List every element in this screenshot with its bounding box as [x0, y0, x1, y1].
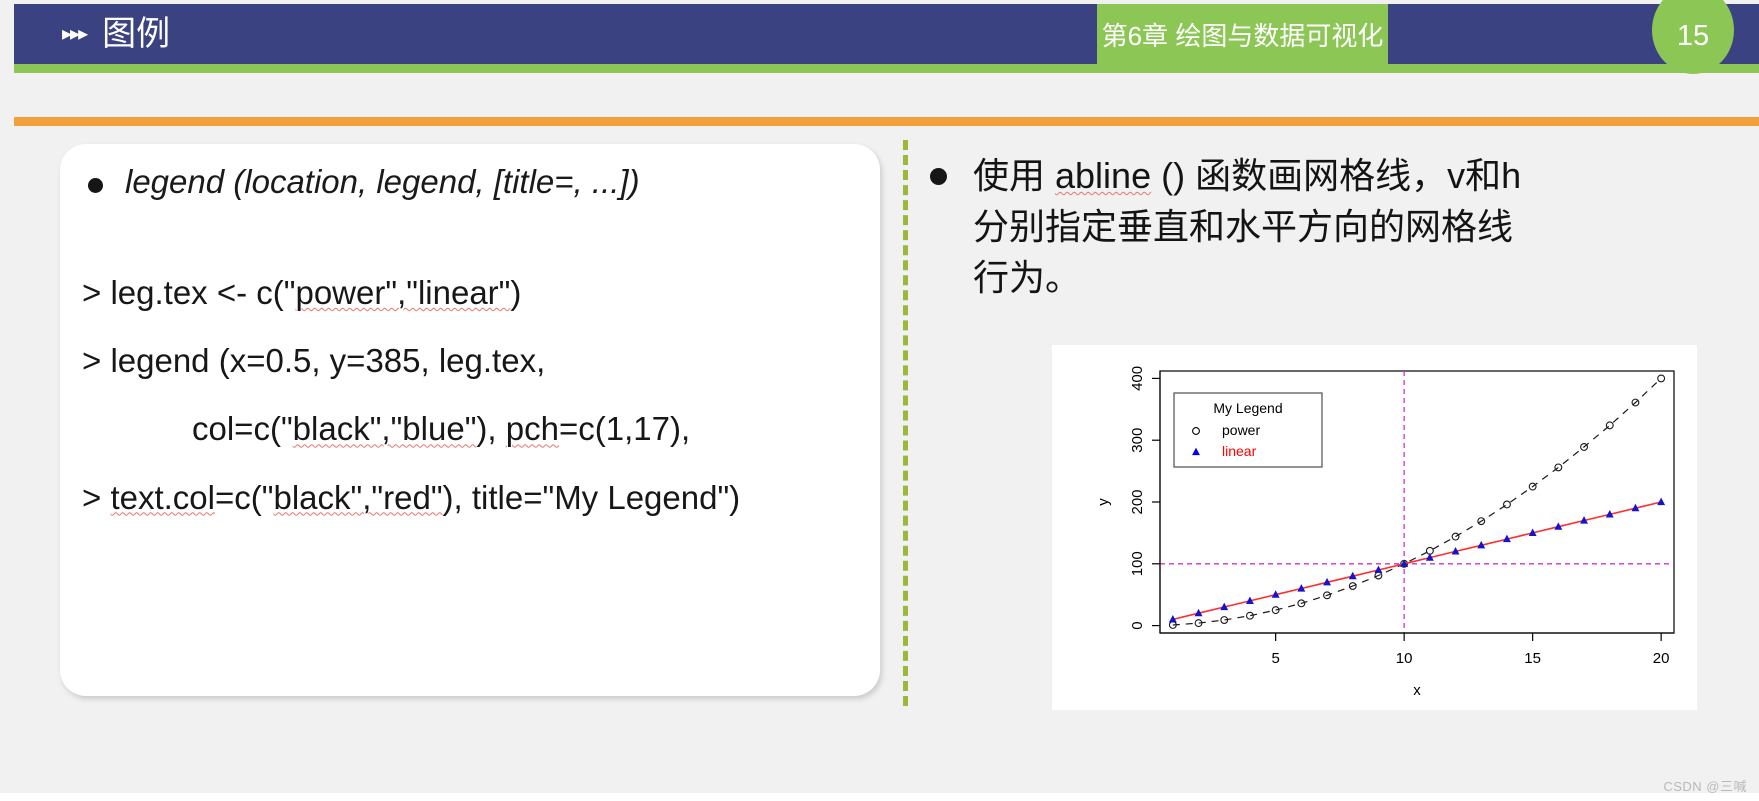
- abline-description: 使用 abline () 函数画网格线，v和h分别指定垂直和水平方向的网格线行为…: [973, 150, 1533, 303]
- spellcheck-underlined-text: pch: [505, 410, 559, 448]
- x-axis-title: x: [1413, 682, 1421, 699]
- chapter-label: 第6章 绘图与数据可视化: [1101, 20, 1384, 51]
- right-content-column: 使用 abline () 函数画网格线，v和h分别指定垂直和水平方向的网格线行为…: [930, 150, 1742, 303]
- code-line: > leg.tex <- c("power","linear"): [82, 272, 872, 314]
- left-content-panel: legend (location, legend, [title=, ...])…: [60, 144, 880, 696]
- y-tick-label: 400: [1129, 366, 1146, 391]
- y-tick-label: 100: [1129, 551, 1146, 576]
- code-block: > leg.tex <- c("power","linear") > legend…: [82, 272, 872, 545]
- page-number-text: 15: [1676, 19, 1710, 52]
- slide-header: ▸▸▸ 图例 第6章 绘图与数据可视化 15: [0, 0, 1759, 74]
- point-linear: [1657, 497, 1666, 506]
- y-tick-label: 300: [1129, 428, 1146, 453]
- page-title: ▸▸▸ 图例: [62, 4, 170, 64]
- x-tick-label: 15: [1524, 650, 1541, 667]
- point-power: [1605, 421, 1614, 430]
- plot-legend-title: My Legend: [1213, 400, 1282, 416]
- abline-function-name: abline: [1055, 155, 1152, 196]
- y-tick-label: 200: [1129, 489, 1146, 514]
- code-text: =c(1,17),: [558, 410, 691, 448]
- legend-label-power: power: [1222, 422, 1260, 438]
- point-power: [1657, 374, 1666, 383]
- page-title-text: 图例: [102, 15, 171, 53]
- spellcheck-underlined-text: black","red": [273, 478, 443, 516]
- code-line: col=c("black","blue"), pch=c(1,17),: [82, 408, 872, 450]
- y-tick-label: 0: [1129, 621, 1146, 629]
- x-tick-label: 20: [1653, 650, 1670, 667]
- legend-label-linear: linear: [1222, 443, 1257, 459]
- r-plot-svg: 0 100 200 300 400 y 5 10 15 20 x My Legend power line…: [1095, 366, 1675, 699]
- y-axis-title: y: [1095, 498, 1112, 506]
- slide-canvas: ▸▸▸ 图例 第6章 绘图与数据可视化 15 legend (location,…: [0, 0, 1759, 801]
- x-tick-label: 10: [1396, 650, 1413, 667]
- bottom-strip: [0, 793, 1759, 801]
- code-line: > text.col=c("black","red"), title="My L…: [82, 477, 872, 519]
- code-text: > leg.tex <- c(": [82, 274, 296, 311]
- spellcheck-underlined-text: black","blue": [292, 410, 477, 448]
- signature-bullet-row: legend (location, legend, [title=, ...]): [88, 162, 640, 202]
- header-blue-left-band: [14, 4, 1097, 64]
- watermark: CSDN @三喊: [1663, 779, 1747, 794]
- code-text: > legend (x=0.5, y=385, leg.tex,: [82, 342, 546, 380]
- series-line-linear: [1172, 501, 1662, 621]
- triple-right-arrow-icon: ▸▸▸: [62, 23, 88, 45]
- spellcheck-underlined-text: power","linear": [295, 274, 511, 311]
- abline-description-prefix: 使用: [973, 155, 1056, 196]
- code-text: ), title="My Legend"): [442, 478, 741, 516]
- code-text: >: [82, 478, 111, 516]
- abline-bullet-row: 使用 abline () 函数画网格线，v和h分别指定垂直和水平方向的网格线行为…: [930, 150, 1742, 303]
- code-text: =c(": [215, 478, 274, 516]
- point-power: [1554, 463, 1563, 472]
- header-green-rule: [14, 64, 1759, 73]
- code-line: > legend (x=0.5, y=385, leg.tex,: [82, 340, 872, 382]
- orange-divider-rule: [14, 117, 1759, 126]
- code-text: ): [510, 274, 522, 311]
- x-tick-label: 5: [1271, 650, 1279, 667]
- bullet-dot-icon: [88, 178, 103, 193]
- spellcheck-underlined-text: text.col: [110, 478, 215, 516]
- point-power: [1425, 546, 1434, 555]
- code-text: col=c(": [192, 410, 293, 448]
- column-divider: [903, 140, 908, 706]
- function-signature: legend (location, legend, [title=, ...]): [125, 163, 640, 200]
- code-text: ),: [476, 410, 506, 448]
- r-plot-figure: 0 100 200 300 400 y 5 10 15 20 x My Legend power line…: [1052, 345, 1697, 710]
- bullet-dot-icon: [930, 168, 947, 185]
- point-power: [1503, 500, 1511, 509]
